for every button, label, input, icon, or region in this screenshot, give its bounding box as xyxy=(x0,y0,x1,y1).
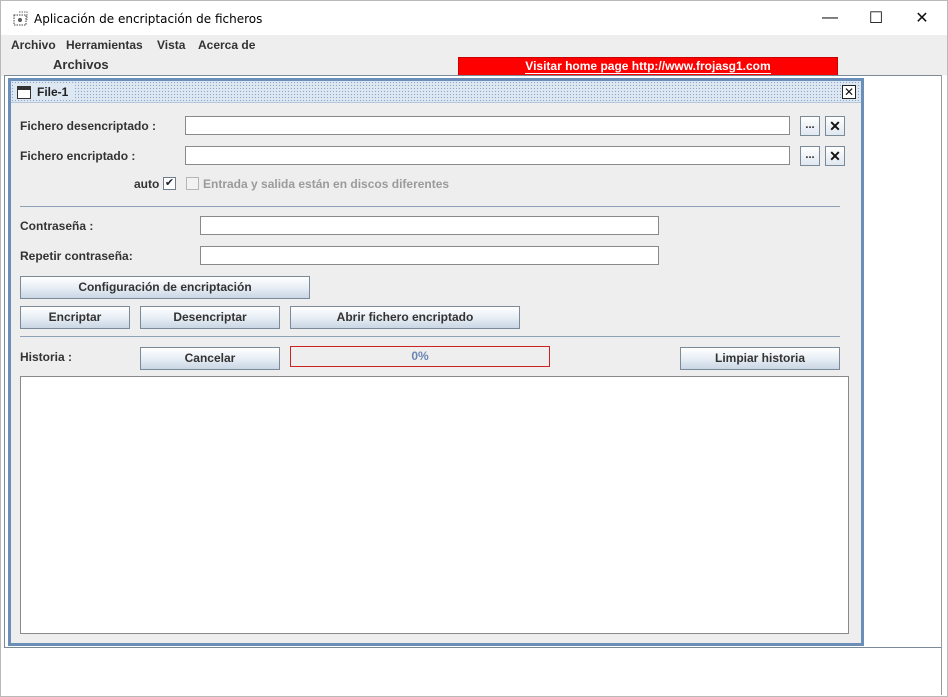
minimize-icon: — xyxy=(822,9,838,26)
different-disks-label: Entrada y salida están en discos diferen… xyxy=(203,177,450,191)
password-input[interactable] xyxy=(200,216,659,235)
internal-frame-titlebar[interactable]: File-1 ✕ xyxy=(11,81,861,103)
home-page-link-text: Visitar home page http://www.frojasg1.co… xyxy=(525,59,771,74)
different-disks-checkbox[interactable] xyxy=(186,177,199,190)
encrypted-file-label: Fichero encriptado : xyxy=(20,149,136,163)
menu-bar: Archivo Herramientas Vista Acerca de xyxy=(1,35,947,55)
internal-frame-title: File-1 xyxy=(37,85,69,99)
history-textarea[interactable] xyxy=(20,376,849,634)
check-icon: ✔ xyxy=(164,177,175,189)
clear-encrypted-button[interactable]: ✕ xyxy=(825,146,845,166)
clear-history-button[interactable]: Limpiar historia xyxy=(680,347,840,370)
separator xyxy=(20,206,840,207)
history-label: Historia : xyxy=(20,350,73,364)
close-icon: ✕ xyxy=(829,118,841,134)
menu-herramientas[interactable]: Herramientas xyxy=(66,38,143,52)
internal-frame-file: File-1 ✕ Fichero desencriptado : ... ✕ F… xyxy=(8,78,864,646)
title-bar[interactable]: Aplicación de encriptación de ficheros —… xyxy=(1,1,947,35)
clear-decrypted-button[interactable]: ✕ xyxy=(825,116,845,136)
frame-icon xyxy=(17,85,31,99)
maximize-icon: ☐ xyxy=(868,10,884,27)
repeat-password-input[interactable] xyxy=(200,246,659,265)
maximize-button[interactable]: ☐ xyxy=(853,1,899,35)
app-icon xyxy=(13,11,28,26)
encrypt-button[interactable]: Encriptar xyxy=(20,306,130,329)
close-icon: ✕ xyxy=(915,10,929,27)
cancel-button[interactable]: Cancelar xyxy=(140,347,280,370)
close-icon: ✕ xyxy=(829,148,841,164)
frame-close-button[interactable]: ✕ xyxy=(842,85,856,99)
home-page-link[interactable]: Visitar home page http://www.frojasg1.co… xyxy=(458,57,838,76)
encryption-config-button[interactable]: Configuración de encriptación xyxy=(20,276,310,299)
decrypted-file-label: Fichero desencriptado : xyxy=(20,119,157,133)
progress-bar: 0% xyxy=(290,346,550,367)
window-title: Aplicación de encriptación de ficheros xyxy=(34,12,263,26)
browse-decrypted-button[interactable]: ... xyxy=(800,116,820,136)
close-icon: ✕ xyxy=(843,85,855,99)
browse-encrypted-button[interactable]: ... xyxy=(800,146,820,166)
archivos-label: Archivos xyxy=(53,57,109,72)
encrypted-file-input[interactable] xyxy=(185,146,790,165)
separator xyxy=(20,336,840,337)
toolbar: Archivos Visitar home page http://www.fr… xyxy=(1,55,947,76)
auto-label: auto xyxy=(134,177,160,191)
decrypted-file-input[interactable] xyxy=(185,116,790,135)
repeat-password-label: Repetir contraseña: xyxy=(20,249,133,263)
background-window-edge xyxy=(941,75,946,695)
open-encrypted-button[interactable]: Abrir fichero encriptado xyxy=(290,306,520,329)
password-label: Contraseña : xyxy=(20,219,94,233)
menu-vista[interactable]: Vista xyxy=(157,38,185,52)
decrypt-button[interactable]: Desencriptar xyxy=(140,306,280,329)
menu-acerca-de[interactable]: Acerca de xyxy=(198,38,255,52)
close-button[interactable]: ✕ xyxy=(899,1,945,35)
menu-archivo[interactable]: Archivo xyxy=(11,38,56,52)
minimize-button[interactable]: — xyxy=(807,1,853,35)
auto-checkbox[interactable]: ✔ xyxy=(163,177,176,190)
